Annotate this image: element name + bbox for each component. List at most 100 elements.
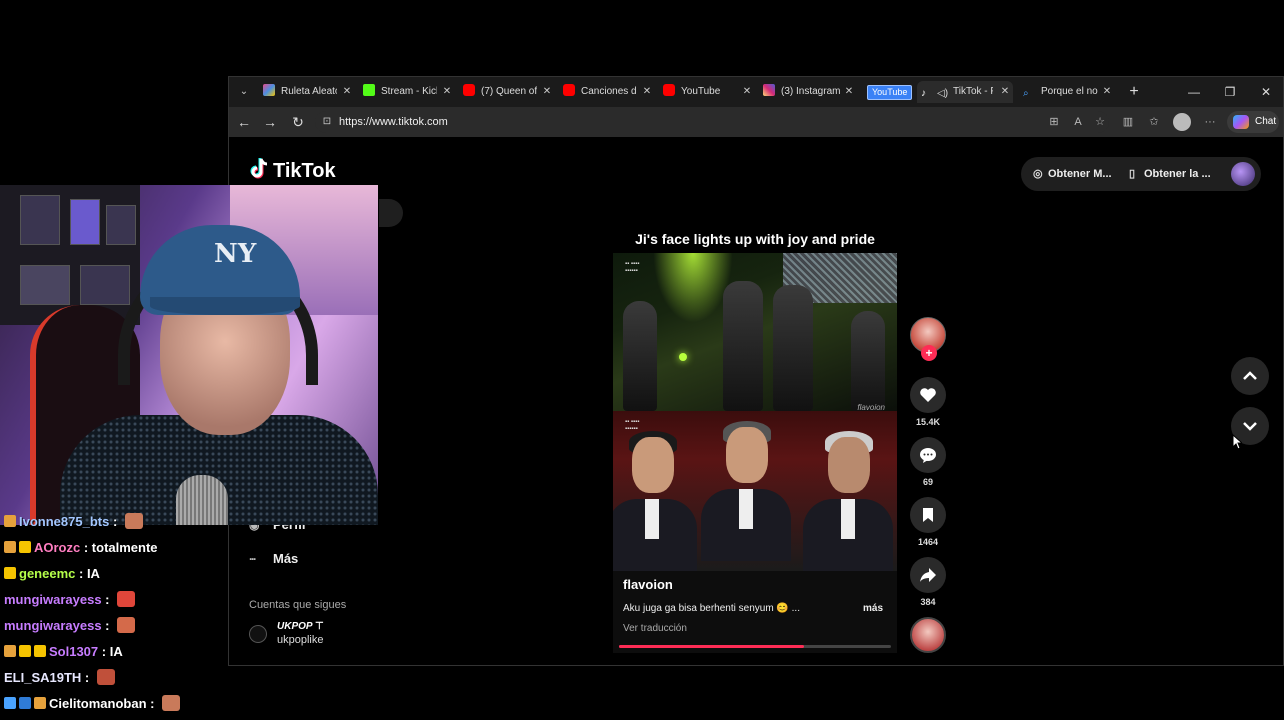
video-description: Aku juga ga bisa berhenti senyum 😊 ... bbox=[623, 603, 800, 614]
heart-icon[interactable] bbox=[910, 377, 946, 413]
video-author[interactable]: flavoion bbox=[623, 577, 673, 592]
close-tab-icon[interactable]: ✕ bbox=[741, 81, 753, 103]
stage-spotlight bbox=[653, 253, 733, 323]
chat-badge-icon bbox=[19, 645, 31, 657]
user-avatar[interactable] bbox=[1231, 162, 1255, 186]
close-tab-icon[interactable]: ✕ bbox=[541, 81, 553, 103]
tab-strip: ⌄ Ruleta Aleatoria ✕ Stream - Kick ✕ (7)… bbox=[229, 77, 1283, 107]
chat-badge-icon bbox=[19, 541, 31, 553]
nav-more[interactable]: ··· Más bbox=[249, 551, 298, 566]
chat-emote-icon bbox=[124, 513, 143, 529]
tab-label: (7) Queen of bbox=[481, 86, 537, 97]
chat-separator: : bbox=[80, 540, 92, 555]
chat-username: geneemc bbox=[19, 566, 76, 581]
chat-message: AOrozc : totalmente bbox=[4, 538, 158, 558]
split-screen-icon[interactable]: ▥ bbox=[1121, 115, 1135, 129]
follow-plus-icon[interactable]: + bbox=[921, 345, 937, 361]
tab-tiktok[interactable]: ♪ ◁) TikTok - F ✕ bbox=[917, 81, 1013, 103]
streamer-webcam: NY bbox=[0, 185, 378, 525]
coin-icon: ◎ bbox=[1033, 168, 1043, 180]
close-tab-icon[interactable]: ✕ bbox=[641, 81, 653, 103]
back-icon[interactable]: ← bbox=[235, 113, 253, 131]
share-arrow-icon[interactable] bbox=[910, 557, 946, 593]
profile-avatar-icon[interactable] bbox=[1173, 113, 1191, 131]
sound-avatar[interactable] bbox=[910, 617, 946, 653]
search-input[interactable] bbox=[379, 199, 403, 227]
more-link[interactable]: más bbox=[863, 603, 883, 614]
chat-separator: : bbox=[109, 514, 121, 529]
screen: ⌄ Ruleta Aleatoria ✕ Stream - Kick ✕ (7)… bbox=[0, 0, 1284, 720]
close-tab-icon[interactable]: ✕ bbox=[843, 81, 855, 103]
kick-favicon-icon bbox=[363, 84, 375, 96]
site-info-icon[interactable]: ⊡ bbox=[321, 116, 333, 128]
chat-label: Chat bbox=[1255, 116, 1277, 127]
close-tab-icon[interactable]: ✕ bbox=[341, 81, 353, 103]
close-tab-icon[interactable]: ✕ bbox=[1101, 81, 1113, 103]
speaker-icon[interactable]: ◁) bbox=[937, 83, 949, 99]
bookmark-icon[interactable] bbox=[910, 497, 946, 533]
comment-icon[interactable] bbox=[910, 437, 946, 473]
chat-message: geneemc : IA bbox=[4, 564, 100, 584]
like-action[interactable]: 15.4K bbox=[909, 377, 947, 427]
get-app-button[interactable]: ▯ Obtener la ... bbox=[1129, 157, 1211, 191]
video-clip-stage: ▪▪ ▪▪▪▪ ▪▪▪▪▪▪ bbox=[613, 253, 897, 411]
tiktok-page: TikTok ◎Obtener M... ▯Obtener la ... ◉Pe… bbox=[229, 137, 1283, 665]
comment-action[interactable]: 69 bbox=[909, 437, 947, 487]
tab-list-chevron-icon[interactable]: ⌄ bbox=[235, 83, 253, 101]
account-avatar bbox=[249, 625, 267, 643]
chat-username: Ivonne875_bts bbox=[19, 514, 110, 529]
more-menu-icon[interactable]: ··· bbox=[1203, 115, 1217, 129]
url-text: https://www.tiktok.com bbox=[339, 116, 448, 128]
tab-youtube[interactable]: YouTube ✕ bbox=[663, 81, 755, 103]
translate-icon[interactable]: A bbox=[1071, 115, 1085, 129]
chat-username: mungiwarayess bbox=[4, 592, 102, 607]
tab-kick[interactable]: Stream - Kick ✕ bbox=[363, 81, 455, 103]
youtube-favicon-icon bbox=[563, 84, 575, 96]
top-right-actions: ◎ Obtener M... ▯ Obtener la ... bbox=[1021, 157, 1261, 191]
following-account-ukpop[interactable]: UKPOP ⊤ ukpoplike bbox=[249, 621, 409, 651]
chat-message: ELI_SA19TH : bbox=[4, 668, 115, 688]
share-action[interactable]: 384 bbox=[909, 557, 947, 607]
save-action[interactable]: 1464 bbox=[909, 497, 947, 547]
previous-video-button[interactable] bbox=[1231, 357, 1269, 395]
minimize-icon[interactable]: — bbox=[1185, 83, 1203, 101]
chat-emote-icon bbox=[96, 669, 115, 685]
close-tab-icon[interactable]: ✕ bbox=[441, 81, 453, 103]
tab-porque[interactable]: ⌕ Porque el no ✕ bbox=[1023, 81, 1115, 103]
get-coins-button[interactable]: ◎ Obtener M... bbox=[1033, 157, 1112, 191]
tab-ruleta[interactable]: Ruleta Aleatoria ✕ bbox=[263, 81, 355, 103]
like-count: 15.4K bbox=[915, 417, 941, 427]
chat-badge-icon bbox=[4, 541, 16, 553]
chat-badge-icon bbox=[4, 697, 16, 709]
tab-instagram[interactable]: (3) Instagram ✕ bbox=[763, 81, 857, 103]
phone-icon: ▯ bbox=[1129, 168, 1136, 180]
tab-canciones[interactable]: Canciones de ✕ bbox=[563, 81, 655, 103]
favorites-icon[interactable]: ✩ bbox=[1147, 115, 1161, 129]
close-tab-icon[interactable]: ✕ bbox=[999, 81, 1011, 103]
tab-queen-of[interactable]: (7) Queen of ✕ bbox=[463, 81, 555, 103]
tab-label: YouTube bbox=[681, 86, 721, 97]
see-translation-link[interactable]: Ver traducción bbox=[623, 623, 687, 634]
chevron-down-icon bbox=[1243, 422, 1257, 431]
video-player[interactable]: ▪▪ ▪▪▪▪ ▪▪▪▪▪▪ ▪▪ ▪▪▪▪ ▪▪▪▪▪▪ flavoion bbox=[613, 253, 897, 571]
chat-badge-icon bbox=[34, 697, 46, 709]
forward-icon[interactable]: → bbox=[261, 113, 279, 131]
video-progress-bar[interactable] bbox=[619, 645, 891, 648]
address-bar[interactable]: ⊡ https://www.tiktok.com bbox=[315, 111, 1109, 133]
chat-username: Sol1307 bbox=[49, 644, 99, 659]
close-window-icon[interactable]: ✕ bbox=[1257, 83, 1275, 101]
copilot-chat-button[interactable]: Chat bbox=[1227, 111, 1279, 133]
favorite-star-icon[interactable]: ☆ bbox=[1093, 115, 1107, 129]
share-count: 384 bbox=[920, 597, 936, 607]
chat-badge-icon bbox=[4, 515, 16, 527]
restore-icon[interactable]: ❐ bbox=[1221, 83, 1239, 101]
chat-separator: : bbox=[101, 618, 114, 633]
reload-icon[interactable]: ↻ bbox=[289, 113, 307, 131]
app-available-icon[interactable]: ⊞ bbox=[1047, 115, 1061, 129]
chat-separator: : bbox=[98, 644, 110, 659]
tiktok-logo[interactable]: TikTok bbox=[249, 157, 336, 183]
copilot-icon bbox=[1233, 115, 1249, 129]
chat-username: mungiwarayess bbox=[4, 618, 102, 633]
chat-message: Sol1307 : IA bbox=[4, 642, 123, 662]
new-tab-icon[interactable]: + bbox=[1125, 83, 1143, 101]
